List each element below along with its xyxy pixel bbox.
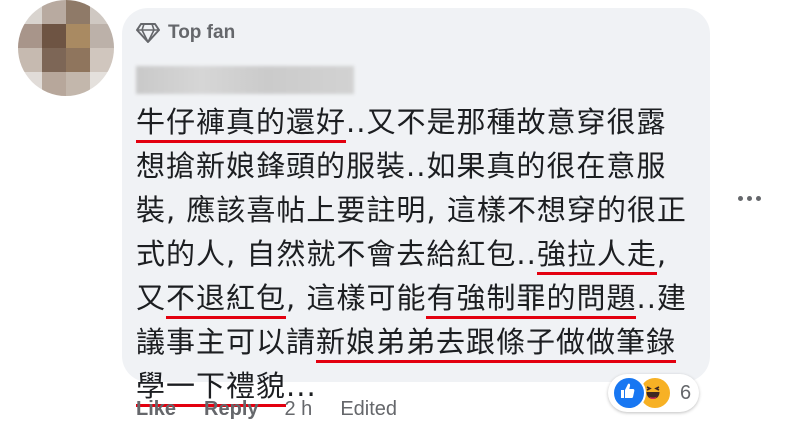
comment-line: 式的人, 自然就不會去給紅包..強拉人走,: [136, 232, 696, 276]
comment-bubble: Top fan 牛仔褲真的還好..又不是那種故意穿很露想搶新娘鋒頭的服裝..如果…: [122, 8, 710, 407]
highlighted-phrase: 牛仔褲真的還好: [136, 105, 347, 143]
comment-segment: ..建: [636, 281, 687, 315]
comment-line: 議事主可以請新娘弟弟去跟條子做做筆錄: [136, 320, 696, 364]
comment-segment: 想搶新娘鋒頭的服裝..如果真的很在意服: [136, 149, 667, 183]
comment-segment: ..又不是那種故意穿很露: [346, 105, 667, 139]
comment-segment: 式的人, 自然就不會去給紅包..: [136, 237, 537, 271]
comment-line: 裝, 應該喜帖上要註明, 這樣不想穿的很正: [136, 188, 696, 232]
comment-segment: 議事主可以請: [136, 325, 317, 359]
dot-icon: [747, 196, 752, 201]
reaction-summary[interactable]: 6: [608, 374, 700, 412]
dot-icon: [738, 196, 743, 201]
diamond-icon: [136, 22, 160, 44]
like-button[interactable]: Like: [136, 398, 176, 421]
comment-text: 牛仔褲真的還好..又不是那種故意穿很露想搶新娘鋒頭的服裝..如果真的很在意服 裝,…: [136, 100, 696, 408]
comment-segment: , 這樣可能: [286, 281, 427, 315]
more-options-button[interactable]: [738, 196, 761, 201]
comment-line: 牛仔褲真的還好..又不是那種故意穿很露: [136, 100, 696, 144]
comment-segment: 裝, 應該喜帖上要註明, 這樣不想穿的很正: [136, 193, 687, 227]
like-icon: [612, 376, 646, 410]
highlighted-phrase: 強拉人走: [536, 237, 657, 275]
reaction-count: 6: [680, 381, 692, 404]
dot-icon: [756, 196, 761, 201]
highlighted-phrase: 不退紅包: [166, 281, 287, 319]
comment-segment: 又: [136, 281, 167, 315]
timestamp[interactable]: 2 h: [285, 398, 313, 421]
comment-segment: ,: [656, 237, 668, 271]
highlighted-phrase: 新娘弟弟去跟條子做做筆錄: [316, 325, 677, 363]
author-name-blurred[interactable]: [136, 66, 354, 94]
avatar[interactable]: [18, 0, 114, 96]
comment-actions: Like Reply 2 h Edited: [136, 398, 397, 421]
reply-button[interactable]: Reply: [204, 398, 258, 421]
edited-label[interactable]: Edited: [340, 398, 397, 421]
badge-label: Top fan: [168, 22, 236, 43]
top-fan-badge: Top fan: [136, 22, 235, 44]
comment-screen: Top fan 牛仔褲真的還好..又不是那種故意穿很露想搶新娘鋒頭的服裝..如果…: [0, 0, 800, 429]
comment-line: 想搶新娘鋒頭的服裝..如果真的很在意服: [136, 144, 696, 188]
highlighted-phrase: 有強制罪的問題: [426, 281, 637, 319]
comment-line: 又不退紅包, 這樣可能有強制罪的問題..建: [136, 276, 696, 320]
